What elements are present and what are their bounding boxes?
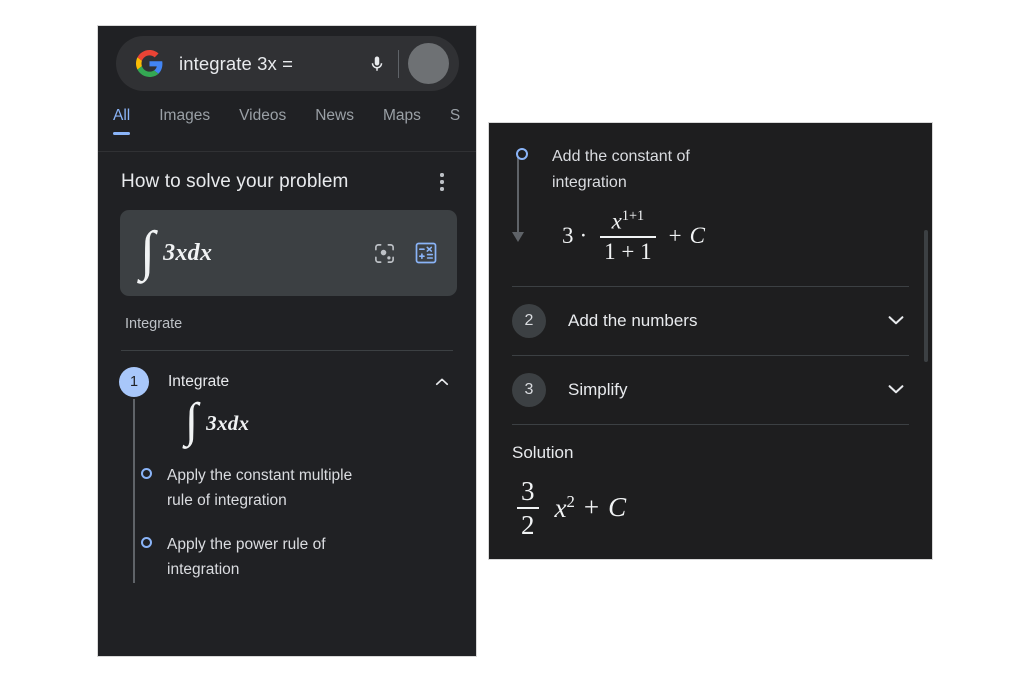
tab-news[interactable]: News <box>315 107 354 135</box>
step-2-badge: 2 <box>512 303 546 338</box>
screenshot-root: integrate 3x = All Images Videos News Ma… <box>0 0 1024 683</box>
account-avatar-icon[interactable] <box>408 43 449 84</box>
formula-dot: · <box>579 223 588 249</box>
tab-maps-label: Maps <box>382 107 421 124</box>
step-1-expression: ∫ 3xdx <box>167 394 457 447</box>
tab-maps[interactable]: Maps <box>383 107 421 135</box>
math-input-expression: ∫ 3xdx <box>130 219 357 281</box>
microphone-icon[interactable] <box>365 50 389 78</box>
solution-label: Solution <box>512 442 574 462</box>
step-1-header[interactable]: 1 Integrate <box>117 351 457 397</box>
tab-shopping-label: S <box>449 107 461 124</box>
formula-numerator: x1+1 <box>608 209 649 236</box>
solution-variable-group: x2 <box>555 492 575 524</box>
chevron-down-icon[interactable] <box>885 309 909 333</box>
step-2-header[interactable]: 2 Add the numbers <box>488 287 933 355</box>
bullet-ring-icon <box>516 148 528 160</box>
solution-numerator: 3 <box>521 475 535 506</box>
bullet-ring-icon <box>141 467 152 479</box>
formula-fraction: x1+1 1 + 1 <box>600 209 656 264</box>
search-query-text[interactable]: integrate 3x = <box>179 53 365 75</box>
solution-denominator: 2 <box>521 509 535 540</box>
page-title: How to solve your problem <box>121 171 349 192</box>
step-1-bullet-1-text: Apply the constant multiple rule of inte… <box>167 466 353 509</box>
search-bar[interactable]: integrate 3x = <box>116 36 459 91</box>
formula-plus: + <box>668 223 682 249</box>
step-2-title: Add the numbers <box>568 310 698 330</box>
search-bar-divider <box>398 49 399 78</box>
solution-exponent: 2 <box>566 491 575 511</box>
step-1-bullet-2-text: Apply the power rule of integration <box>167 536 326 579</box>
search-tabs: All Images Videos News Maps S <box>97 107 477 152</box>
step-1-badge: 1 <box>119 367 149 397</box>
continued-bullet-row: Add the constant of integration <box>516 144 909 195</box>
step-3-badge: 3 <box>512 372 546 407</box>
solution-plus: + <box>583 492 600 523</box>
tab-videos-label: Videos <box>239 107 287 124</box>
math-input-expression-text: 3xdx <box>163 239 213 266</box>
continued-bullet-text: Add the constant of integration <box>552 148 690 191</box>
solution-expression: 3 2 x2 + C <box>488 463 933 539</box>
formula-coefficient: 3 <box>562 223 574 249</box>
step-connector-rail <box>517 156 519 234</box>
tabs-underline <box>97 151 477 152</box>
solution-constant: C <box>608 492 627 523</box>
subject-label: Integrate <box>125 316 183 332</box>
connector-arrow-icon <box>512 232 524 242</box>
tab-all-label: All <box>113 107 131 124</box>
tab-news-label: News <box>315 107 354 124</box>
continued-step-section: Add the constant of integration 3 · x1+1… <box>488 122 933 264</box>
formula-denominator: 1 + 1 <box>604 238 652 264</box>
tab-images-label: Images <box>159 107 211 124</box>
step-3-title: Simplify <box>568 379 628 399</box>
tab-images[interactable]: Images <box>159 107 210 135</box>
step-connector-rail <box>133 399 135 583</box>
chevron-down-icon[interactable] <box>885 378 909 402</box>
vertical-scrollbar[interactable] <box>924 230 928 362</box>
formula-numerator-exponent: 1+1 <box>621 208 645 225</box>
step-1-bullet-1: Apply the constant multiple rule of inte… <box>141 444 431 514</box>
bullet-ring-icon <box>141 537 152 549</box>
card-header: How to solve your problem <box>117 152 457 194</box>
math-input-field[interactable]: ∫ 3xdx <box>120 210 457 296</box>
step-3-header[interactable]: 3 Simplify <box>488 356 933 424</box>
integral-symbol: ∫ <box>185 394 199 447</box>
integral-symbol: ∫ <box>140 219 156 281</box>
more-vert-icon[interactable] <box>431 170 453 194</box>
math-steps-detail-panel: Add the constant of integration 3 · x1+1… <box>488 122 933 560</box>
step-1-expression-text: 3xdx <box>206 410 250 435</box>
tab-videos[interactable]: Videos <box>239 107 286 135</box>
step-1-body: ∫ 3xdx Apply the constant multiple rule … <box>133 397 457 583</box>
chevron-up-icon[interactable] <box>431 371 453 393</box>
step-1-title: Integrate <box>168 373 230 390</box>
math-calculator-icon[interactable] <box>411 238 441 268</box>
step-1-bullet-2: Apply the power rule of integration <box>141 513 431 583</box>
search-area: integrate 3x = <box>97 25 477 103</box>
formula-numerator-base: x <box>611 208 622 234</box>
formula-constant: C <box>689 223 705 249</box>
google-lens-icon[interactable] <box>369 238 399 268</box>
step-1-result-formula: 3 · x1+1 1 + 1 + C <box>528 195 909 264</box>
solution-variable: x <box>554 492 567 523</box>
math-solver-card: How to solve your problem ∫ 3xdx Integra… <box>97 152 477 583</box>
tab-all[interactable]: All <box>113 107 131 135</box>
google-search-panel: integrate 3x = All Images Videos News Ma… <box>97 25 477 657</box>
solution-fraction: 3 2 <box>517 475 539 540</box>
tab-shopping[interactable]: S <box>450 107 460 135</box>
google-g-logo-icon <box>136 50 163 77</box>
